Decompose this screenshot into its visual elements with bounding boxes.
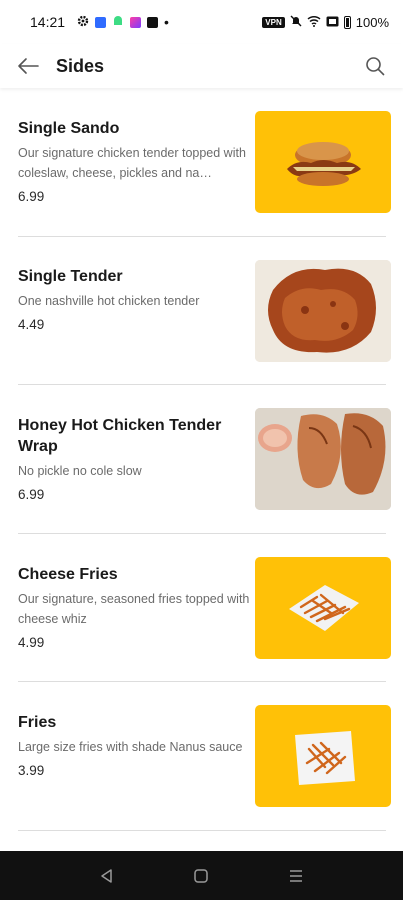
menu-item-description: Our signature chicken tender topped with…	[18, 146, 246, 180]
menu-item-price: 6.99	[18, 487, 45, 502]
menu-item-text: Cheese Fries Our signature, seasoned fri…	[18, 564, 250, 650]
menu-item-description: Large size fries with shade Nanus sauce	[18, 740, 243, 754]
divider	[18, 533, 386, 534]
status-bar: 14:21 • VPN 100%	[0, 0, 403, 44]
menu-item-text: Single Sando Our signature chicken tende…	[18, 118, 250, 204]
nfc-icon	[326, 15, 339, 30]
mute-icon	[290, 15, 302, 30]
menu-item-price: 4.49	[18, 317, 45, 332]
chicken-wrap-image	[255, 408, 391, 510]
divider	[18, 236, 386, 237]
menu-item-name: Honey Hot Chicken Tender Wrap	[18, 417, 222, 455]
menu-item-description: Our signature, seasoned fries topped wit…	[18, 592, 250, 626]
status-time: 14:21	[30, 14, 66, 30]
menu-item-price: 3.99	[18, 763, 45, 778]
menu-item-description: No pickle no cole slow	[18, 464, 142, 478]
nav-menu-icon[interactable]	[284, 864, 308, 888]
status-left: 14:21 •	[30, 14, 169, 30]
chicken-sandwich-image	[255, 111, 391, 213]
dot-icon: •	[164, 14, 169, 30]
status-right: VPN 100%	[262, 15, 389, 30]
nav-home-icon[interactable]	[189, 864, 213, 888]
menu-item-cheese-fries[interactable]: Cheese Fries Our signature, seasoned fri…	[0, 557, 403, 705]
menu-item-price: 6.99	[18, 189, 45, 204]
app-icon-blue	[95, 16, 107, 28]
app-bar: Sides	[0, 44, 403, 88]
system-nav-bar	[0, 851, 403, 900]
menu-item-name: Fries	[18, 714, 57, 731]
settings-icon	[77, 14, 89, 30]
nav-back-icon[interactable]	[95, 864, 119, 888]
menu-item-name: Single Sando	[18, 120, 120, 137]
menu-item-price: 4.99	[18, 635, 45, 650]
wifi-icon	[307, 15, 321, 30]
search-icon[interactable]	[363, 54, 387, 78]
fried-chicken-tender-image	[255, 260, 391, 362]
battery-text: 100%	[355, 14, 389, 30]
app-icon-dark	[147, 16, 159, 28]
vpn-icon: VPN	[262, 16, 285, 28]
arrow-left-icon[interactable]	[16, 54, 40, 78]
menu-item-text: Single Tender One nashville hot chicken …	[18, 266, 250, 332]
divider	[18, 681, 386, 682]
cheese-fries-image	[255, 557, 391, 659]
menu-item-name: Cheese Fries	[18, 566, 118, 583]
android-icon	[112, 14, 124, 30]
menu-item-description: One nashville hot chicken tender	[18, 294, 200, 308]
divider	[18, 384, 386, 385]
app-icon-purple	[130, 16, 142, 28]
fries-image	[255, 705, 391, 807]
menu-item-list: Single Sando Our signature chicken tende…	[0, 88, 403, 851]
menu-item-text: Fries Large size fries with shade Nanus …	[18, 712, 250, 778]
menu-item-text: Honey Hot Chicken Tender Wrap No pickle …	[18, 415, 250, 502]
battery-icon	[343, 15, 351, 29]
page-title: Sides	[56, 55, 105, 76]
menu-item-single-tender[interactable]: Single Tender One nashville hot chicken …	[0, 260, 403, 408]
divider	[18, 830, 386, 831]
menu-item-name: Single Tender	[18, 268, 123, 285]
